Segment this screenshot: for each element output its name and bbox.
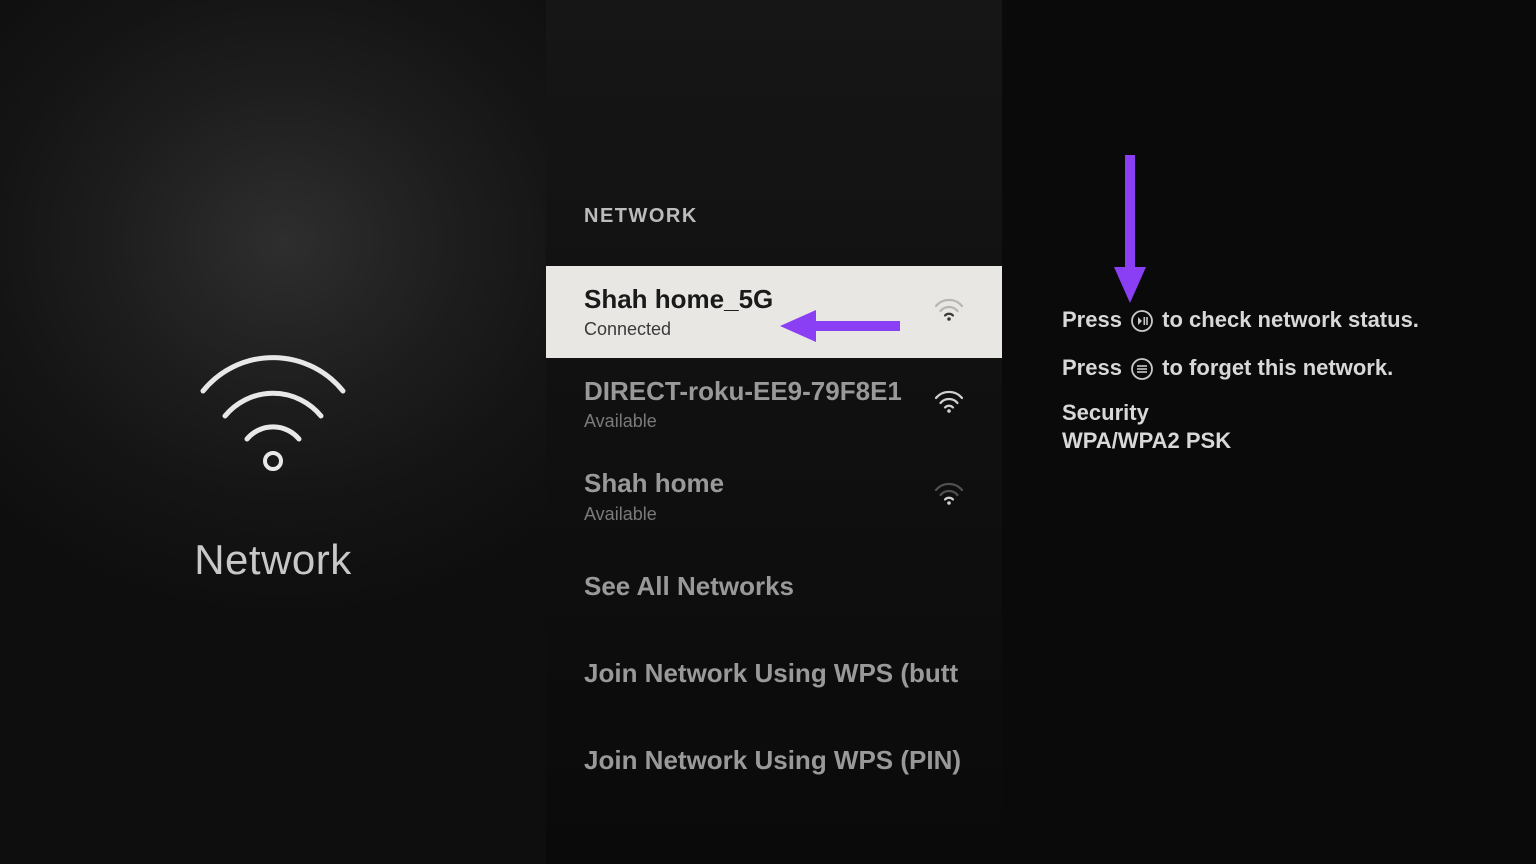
join-wps-button[interactable]: Join Network Using WPS (butt (546, 630, 1002, 717)
wifi-large-icon (183, 341, 363, 486)
annotation-arrow-down (1110, 155, 1150, 310)
network-item[interactable]: DIRECT-roku-EE9-79F8E1 Available (546, 358, 1002, 450)
play-pause-icon (1130, 309, 1154, 333)
wifi-signal-icon (934, 390, 964, 419)
network-name: Shah home_5G (584, 284, 773, 315)
network-status: Available (584, 504, 724, 525)
network-list-panel: NETWORK Shah home_5G Connected DIRECT-ro… (546, 0, 1002, 864)
network-status: Connected (584, 319, 773, 340)
wifi-signal-icon (934, 482, 964, 511)
menu-icon (1130, 357, 1154, 381)
details-panel: Press to check network status. Press to … (1002, 0, 1536, 864)
see-all-networks[interactable]: See All Networks (546, 543, 1002, 630)
page-title: Network (194, 536, 352, 584)
network-item-connected[interactable]: Shah home_5G Connected (546, 266, 1002, 358)
security-label: Security (1062, 400, 1486, 426)
network-name: DIRECT-roku-EE9-79F8E1 (584, 376, 902, 407)
network-status: Available (584, 411, 902, 432)
annotation-arrow-left (780, 306, 900, 351)
section-header: NETWORK (546, 205, 1002, 228)
security-value: WPA/WPA2 PSK (1062, 428, 1486, 454)
join-wps-pin[interactable]: Join Network Using WPS (PIN) (546, 717, 1002, 804)
help-forget-network: Press to forget this network. (1062, 353, 1486, 383)
network-name: Shah home (584, 468, 724, 499)
network-item[interactable]: Shah home Available (546, 450, 1002, 542)
left-panel: Network (0, 0, 546, 864)
wifi-signal-icon (934, 298, 964, 327)
